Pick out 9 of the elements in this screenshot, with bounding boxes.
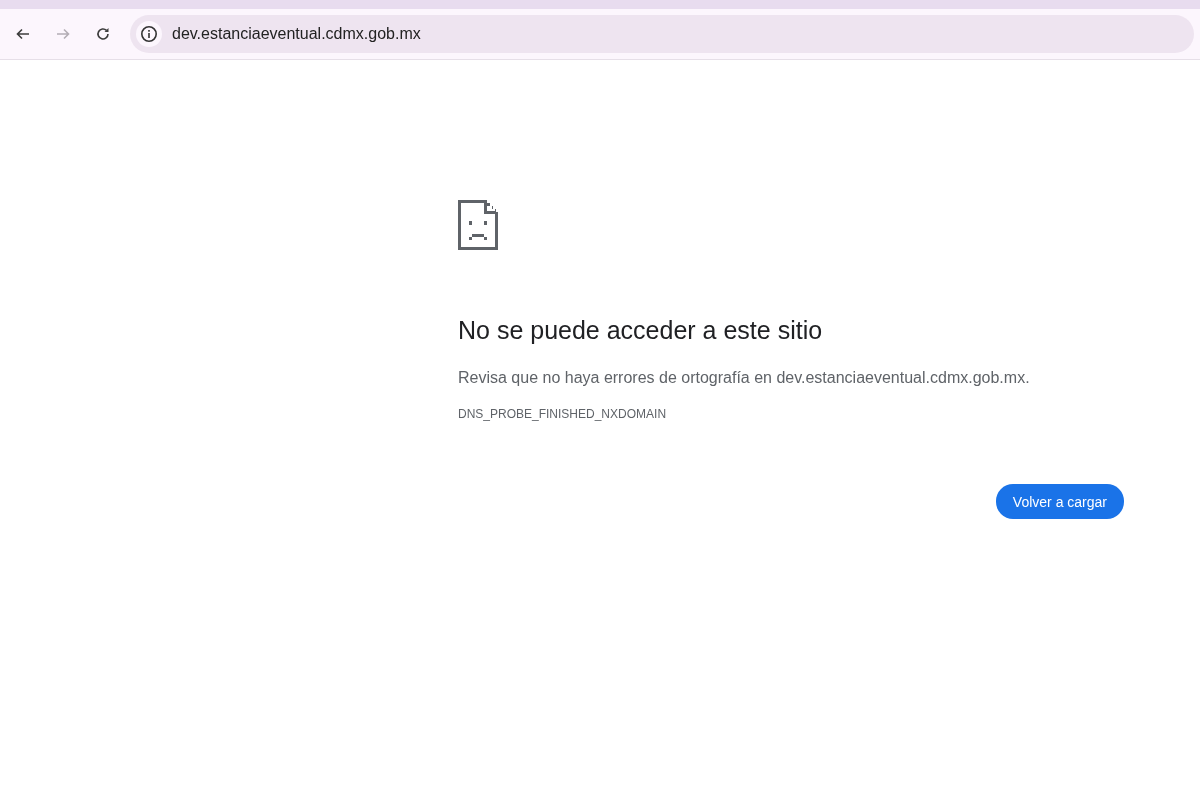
- address-bar[interactable]: dev.estanciaeventual.cdmx.gob.mx: [130, 15, 1194, 53]
- info-icon[interactable]: [140, 25, 158, 43]
- error-message: Revisa que no haya errores de ortografía en dev.estanciaeventual.cdmx.gob.mx.: [458, 369, 1030, 387]
- reload-page-button[interactable]: Volver a cargar: [995, 484, 1124, 519]
- error-code: DNS_PROBE_FINISHED_NXDOMAIN: [458, 407, 667, 421]
- reload-icon: [94, 25, 112, 43]
- url-text: dev.estanciaeventual.cdmx.gob.mx: [172, 25, 421, 43]
- error-title: No se puede acceder a este sitio: [458, 316, 823, 345]
- sad-page-icon: [458, 200, 498, 250]
